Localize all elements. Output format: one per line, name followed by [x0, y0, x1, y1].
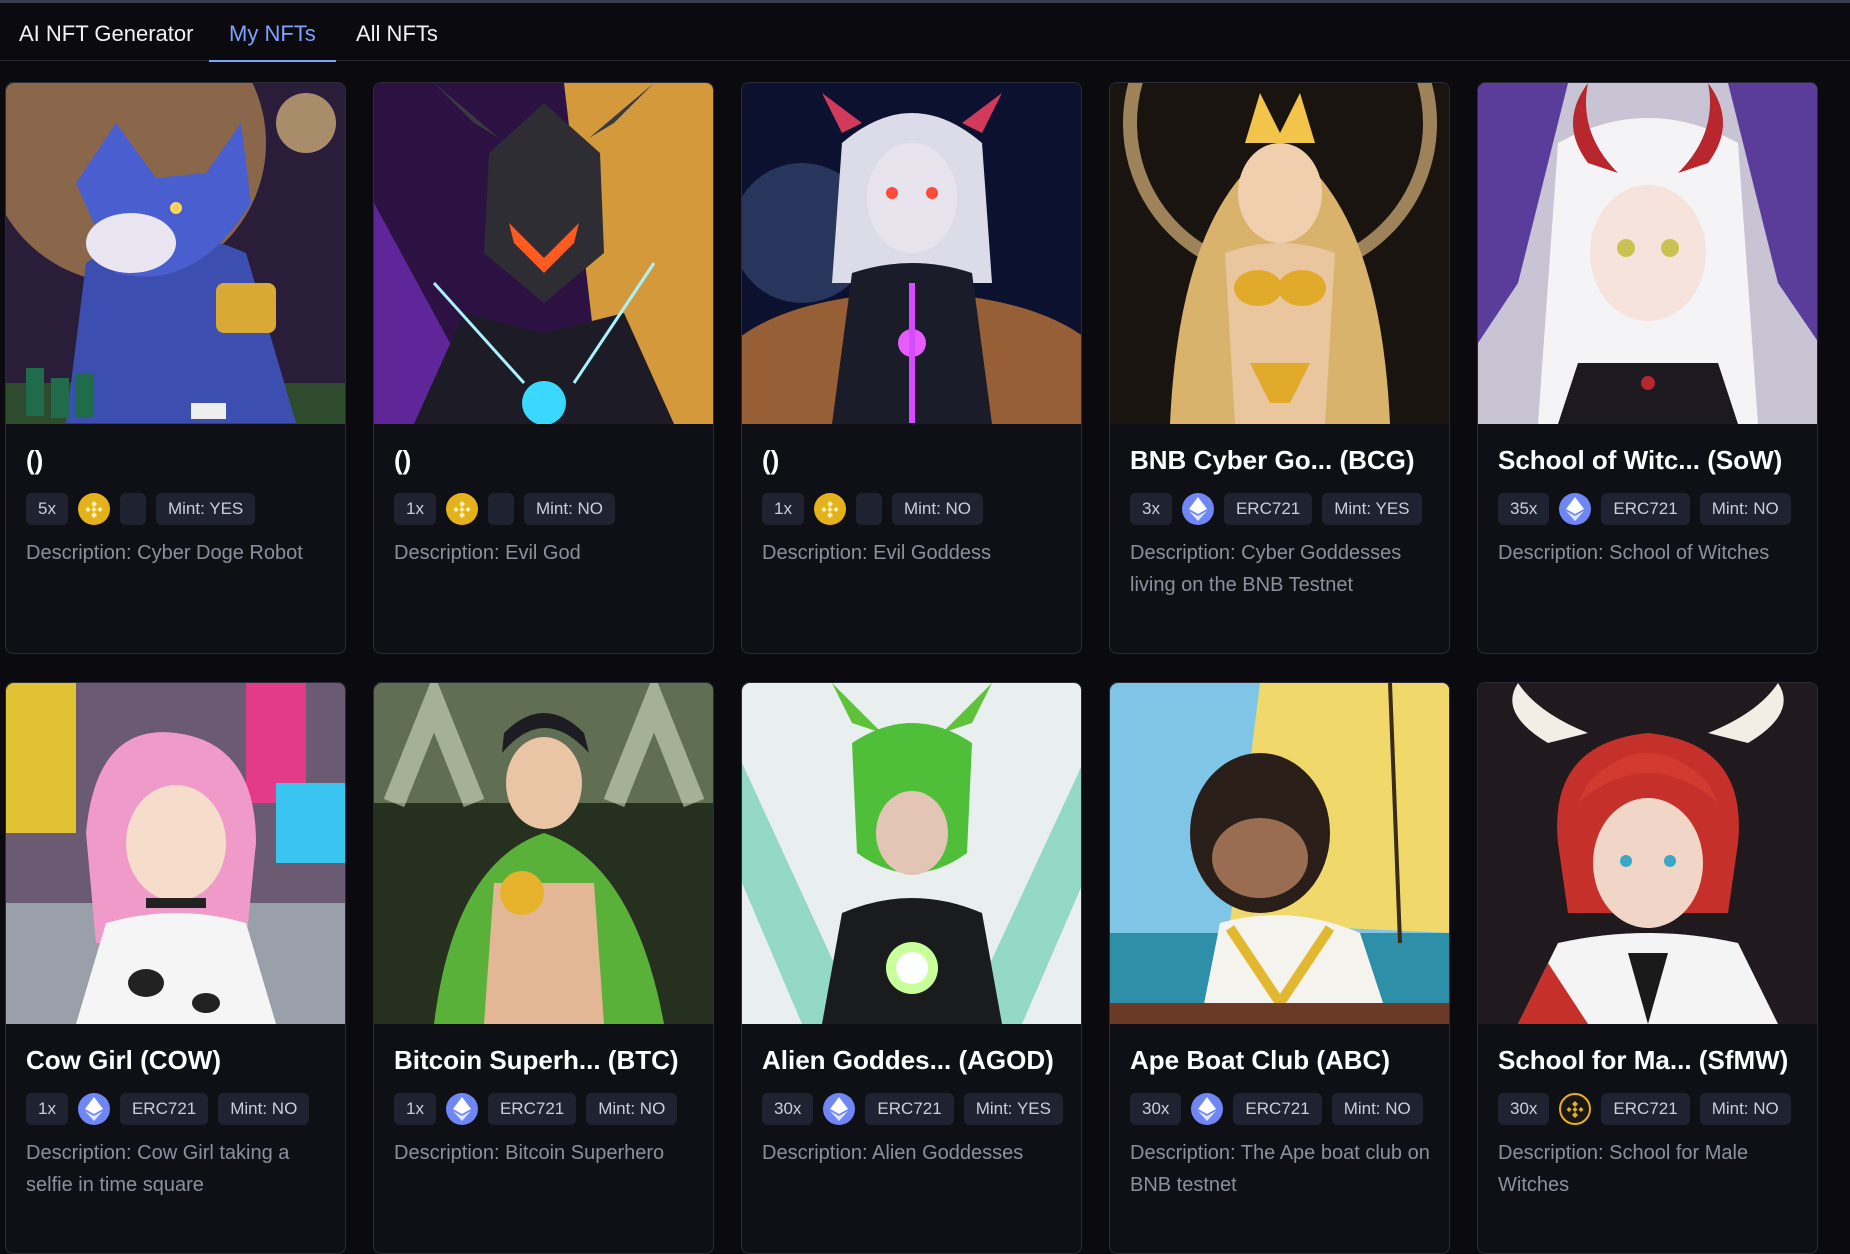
- mint-status-badge: Mint: NO: [218, 1093, 310, 1125]
- nft-card[interactable]: () 1x Mint: NO Description: Evil Goddess: [741, 82, 1082, 654]
- nft-card[interactable]: Alien Goddes... (AGOD) 30x ERC721 Mint: …: [741, 682, 1082, 1254]
- nft-badges: 5x Mint: YES: [26, 492, 256, 526]
- tab-all-nfts[interactable]: All NFTs: [356, 3, 438, 61]
- nft-badges: 1x Mint: NO: [394, 492, 616, 526]
- token-standard-badge: ERC721: [487, 1093, 577, 1125]
- bnb-coin-icon: [445, 493, 478, 525]
- eth-coin-icon: [77, 1093, 110, 1125]
- nft-title: (): [394, 445, 412, 475]
- token-standard-badge: [487, 493, 514, 525]
- quantity-badge: 1x: [762, 493, 804, 525]
- nft-description: Description: Cow Girl taking a selfie in…: [26, 1142, 290, 1196]
- nft-badges: 1x ERC721 Mint: NO: [394, 1092, 678, 1126]
- eth-coin-icon: [1191, 1093, 1224, 1125]
- mint-status-badge: Mint: NO: [1699, 493, 1791, 525]
- eth-coin-icon: [1559, 493, 1592, 525]
- token-standard-badge: ERC721: [1601, 1093, 1690, 1125]
- quantity-badge: 3x: [1130, 493, 1172, 525]
- nft-image[interactable]: [1110, 683, 1449, 1024]
- nft-card[interactable]: Ape Boat Club (ABC) 30x ERC721 Mint: NO …: [1109, 682, 1450, 1254]
- quantity-badge: 1x: [26, 1093, 68, 1125]
- nft-title: Ape Boat Club (ABC): [1130, 1045, 1390, 1075]
- nft-image[interactable]: [374, 683, 713, 1024]
- nft-image[interactable]: [6, 683, 345, 1024]
- nft-description: Description: School of Witches: [1498, 542, 1770, 564]
- nft-image[interactable]: [742, 83, 1081, 424]
- tab-my-nfts[interactable]: My NFTs: [209, 3, 336, 62]
- nft-description: Description: Alien Goddesses: [762, 1142, 1024, 1164]
- token-standard-badge: [855, 493, 882, 525]
- nft-description: Description: Cyber Doge Robot: [26, 542, 303, 564]
- nft-description: Description: Evil Goddess: [762, 542, 991, 564]
- mint-status-badge: Mint: NO: [586, 1093, 678, 1125]
- nft-description: Description: Evil God: [394, 542, 581, 564]
- mint-status-badge: Mint: NO: [891, 493, 984, 525]
- nft-title: (): [762, 445, 780, 475]
- nft-title: BNB Cyber Go... (BCG): [1130, 445, 1415, 475]
- token-standard-badge: ERC721: [1223, 493, 1313, 525]
- nft-title: (): [26, 445, 44, 475]
- nft-title: Cow Girl (COW): [26, 1045, 221, 1075]
- nft-image[interactable]: [1478, 683, 1817, 1024]
- quantity-badge: 1x: [394, 1093, 436, 1125]
- nft-card[interactable]: Cow Girl (COW) 1x ERC721 Mint: NO Descri…: [5, 682, 346, 1254]
- tab-bar: AI NFT Generator My NFTs All NFTs: [0, 3, 1850, 62]
- nft-image[interactable]: [6, 83, 345, 424]
- nft-badges: 35x ERC721 Mint: NO: [1498, 492, 1791, 526]
- mint-status-badge: Mint: YES: [155, 493, 256, 525]
- nft-title: School for Ma... (SfMW): [1498, 1045, 1789, 1075]
- tab-ai-nft-generator[interactable]: AI NFT Generator: [19, 3, 193, 61]
- nft-description: Description: The Ape boat club on BNB te…: [1130, 1142, 1430, 1196]
- nft-description: Description: Bitcoin Superhero: [394, 1142, 665, 1164]
- token-standard-badge: [119, 493, 146, 525]
- token-standard-badge: ERC721: [865, 1093, 954, 1125]
- mint-status-badge: Mint: NO: [1331, 1093, 1423, 1125]
- nft-description: Description: School for Male Witches: [1498, 1142, 1749, 1196]
- token-standard-badge: ERC721: [119, 1093, 209, 1125]
- nft-card[interactable]: Bitcoin Superh... (BTC) 1x ERC721 Mint: …: [373, 682, 714, 1254]
- quantity-badge: 1x: [394, 493, 436, 525]
- nft-badges: 1x ERC721 Mint: NO: [26, 1092, 310, 1126]
- quantity-badge: 30x: [1498, 1093, 1550, 1125]
- quantity-badge: 5x: [26, 493, 68, 525]
- bnb-coin-icon: [813, 493, 846, 525]
- mint-status-badge: Mint: YES: [963, 1093, 1063, 1125]
- nft-badges: 3x ERC721 Mint: YES: [1130, 492, 1422, 526]
- quantity-badge: 35x: [1498, 493, 1550, 525]
- mint-status-badge: Mint: NO: [1699, 1093, 1791, 1125]
- nft-title: School of Witc... (SoW): [1498, 445, 1783, 475]
- nft-image[interactable]: [374, 83, 713, 424]
- nft-title: Alien Goddes... (AGOD): [762, 1045, 1054, 1075]
- bnb-coin-icon: [77, 493, 110, 525]
- nft-image[interactable]: [1110, 83, 1449, 424]
- eth-coin-icon: [1181, 493, 1214, 525]
- nft-badges: 30x ERC721 Mint: NO: [1498, 1092, 1791, 1126]
- quantity-badge: 30x: [1130, 1093, 1182, 1125]
- nft-badges: 1x Mint: NO: [762, 492, 984, 526]
- nft-title: Bitcoin Superh... (BTC): [394, 1045, 679, 1075]
- nft-image[interactable]: [1478, 83, 1817, 424]
- bnb-dark-coin-icon: [1559, 1093, 1592, 1125]
- nft-badges: 30x ERC721 Mint: YES: [762, 1092, 1063, 1126]
- eth-coin-icon: [823, 1093, 856, 1125]
- nft-card[interactable]: () 1x Mint: NO Description: Evil God: [373, 82, 714, 654]
- nft-description: Description: Cyber Goddesses living on t…: [1130, 542, 1402, 596]
- nft-badges: 30x ERC721 Mint: NO: [1130, 1092, 1423, 1126]
- mint-status-badge: Mint: NO: [523, 493, 616, 525]
- mint-status-badge: Mint: YES: [1322, 493, 1422, 525]
- token-standard-badge: ERC721: [1233, 1093, 1322, 1125]
- nft-card[interactable]: School of Witc... (SoW) 35x ERC721 Mint:…: [1477, 82, 1818, 654]
- nft-card[interactable]: () 5x Mint: YES Description: Cyber Doge …: [5, 82, 346, 654]
- nft-card[interactable]: BNB Cyber Go... (BCG) 3x ERC721 Mint: YE…: [1109, 82, 1450, 654]
- quantity-badge: 30x: [762, 1093, 814, 1125]
- token-standard-badge: ERC721: [1601, 493, 1690, 525]
- nft-image[interactable]: [742, 683, 1081, 1024]
- eth-coin-icon: [445, 1093, 478, 1125]
- nft-card[interactable]: School for Ma... (SfMW) 30x ERC721 Mint:…: [1477, 682, 1818, 1254]
